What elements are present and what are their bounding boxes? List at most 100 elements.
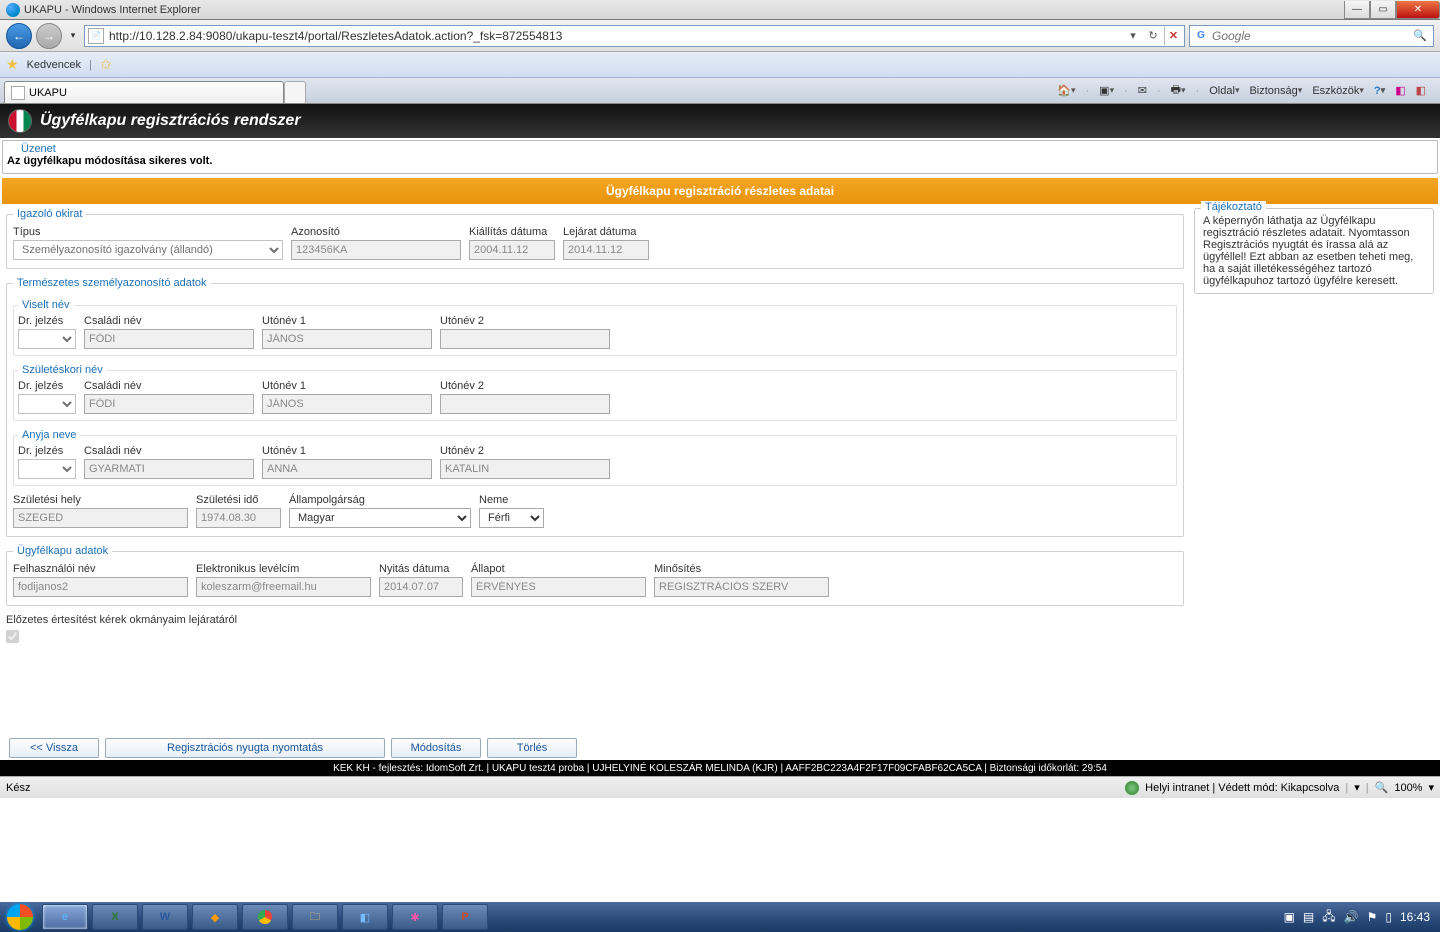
viselt-uto2-input [440, 329, 610, 349]
taskbar: e X W ◆ 🗀 ◧ ✱ P ▣ ▤ 🖧 🔊 ⚑ ▯ 16:43 [0, 902, 1440, 932]
modify-button[interactable]: Módosítás [391, 738, 481, 758]
uto2-label-1: Utónév 2 [440, 315, 610, 327]
add-favorite-icon[interactable]: ✩ [100, 56, 112, 73]
zoom-dropdown-icon[interactable]: ▾ [1428, 781, 1434, 794]
google-icon: G [1193, 28, 1209, 44]
help-button[interactable]: ? [1372, 81, 1387, 101]
help-text: A képernyőn láthatja az Ügyfélkapu regis… [1203, 215, 1413, 287]
favorites-bar: ★ Kedvencek | ✩ [0, 52, 1440, 78]
allam-select[interactable]: Magyar [289, 508, 471, 528]
forward-button[interactable]: → [36, 23, 62, 49]
tools-menu[interactable]: Eszközök [1310, 81, 1366, 101]
new-tab-button[interactable] [284, 81, 306, 103]
refresh-icon[interactable]: ↻ [1144, 27, 1162, 45]
stop-icon[interactable]: ✕ [1164, 27, 1182, 45]
uto1-label-3: Utónév 1 [262, 445, 432, 457]
url-input[interactable] [107, 29, 1122, 43]
status-protected-dropdown-icon[interactable]: ▾ [1354, 781, 1360, 794]
uto1-label-2: Utónév 1 [262, 380, 432, 392]
legend-anyja: Anyja neve [18, 429, 80, 441]
taskbar-explorer[interactable]: 🗀 [292, 904, 338, 930]
tab-ukapu[interactable]: UKAPU [4, 81, 284, 103]
minos-label: Minősítés [654, 563, 829, 575]
taskbar-app2[interactable]: ◧ [342, 904, 388, 930]
csalad-label-1: Családi név [84, 315, 254, 327]
ie-icon [6, 3, 20, 17]
status-label: Állapot [471, 563, 646, 575]
favorites-star-icon[interactable]: ★ [6, 56, 19, 73]
tab-bar: UKAPU 🏠 · ▣ · ✉ · 🖶 · Oldal Biztonság Es… [0, 78, 1440, 104]
taskbar-chrome[interactable] [242, 904, 288, 930]
tab-title: UKAPU [29, 87, 67, 99]
url-dropdown-icon[interactable]: ▾ [1124, 27, 1142, 45]
tray-icon-2[interactable]: ▤ [1303, 910, 1314, 924]
app-footer: KEK KH - fejlesztés: IdomSoft Zrt. | UKA… [0, 760, 1440, 776]
taskbar-ie[interactable]: e [42, 904, 88, 930]
tray-icon-1[interactable]: ▣ [1284, 910, 1295, 924]
zoom-icon[interactable]: 🔍 [1375, 781, 1389, 794]
print-button[interactable]: 🖶 [1169, 81, 1188, 101]
addon-icon-1[interactable]: ◧ [1393, 81, 1407, 101]
taskbar-powerpoint[interactable]: P [442, 904, 488, 930]
maximize-button[interactable]: ▭ [1370, 1, 1396, 19]
back-button-form[interactable]: << Vissza [9, 738, 99, 758]
crest-icon [8, 109, 32, 133]
mail-button[interactable]: ✉ [1136, 81, 1149, 101]
taskbar-excel[interactable]: X [92, 904, 138, 930]
szulet-uto1-input [262, 394, 432, 414]
szulet-uto2-input [440, 394, 610, 414]
taskbar-app3[interactable]: ✱ [392, 904, 438, 930]
search-icon[interactable]: 🔍 [1407, 29, 1433, 42]
tray-network-icon[interactable]: 🖧 [1322, 907, 1335, 928]
favorites-label[interactable]: Kedvencek [27, 59, 81, 71]
fieldset-szemely: Természetes személyazonosító adatok Vise… [6, 277, 1184, 537]
notify-label: Előzetes értesítést kérek okmányaim lejá… [6, 614, 1184, 626]
app-header: Ügyfélkapu regisztrációs rendszer [0, 104, 1440, 138]
uto2-label-3: Utónév 2 [440, 445, 610, 457]
taskbar-word[interactable]: W [142, 904, 188, 930]
search-box[interactable]: G 🔍 [1189, 25, 1434, 47]
viselt-uto1-input [262, 329, 432, 349]
tray-flag-icon[interactable]: ⚑ [1367, 910, 1378, 924]
close-button[interactable]: ✕ [1396, 1, 1440, 19]
tray-clock[interactable]: 16:43 [1400, 910, 1430, 924]
notify-row: Előzetes értesítést kérek okmányaim lejá… [6, 614, 1184, 646]
start-button[interactable] [0, 902, 40, 932]
delete-button[interactable]: Törlés [487, 738, 577, 758]
address-bar[interactable]: 📄 ▾ ↻ ✕ [84, 25, 1185, 47]
email-label: Elektronikus levélcím [196, 563, 371, 575]
receipt-button[interactable]: Regisztrációs nyugta nyomtatás [105, 738, 385, 758]
form-main: Igazoló okirat Típus Személyazonosító ig… [6, 208, 1184, 760]
page-icon: 📄 [88, 28, 104, 44]
uto1-label-1: Utónév 1 [262, 315, 432, 327]
tipus-select: Személyazonosító igazolvány (állandó) [13, 240, 283, 260]
legend-szuletes: Születéskori név [18, 364, 107, 376]
feeds-button[interactable]: ▣ [1097, 81, 1116, 101]
anyja-uto1-input [262, 459, 432, 479]
security-menu[interactable]: Biztonság [1247, 81, 1304, 101]
history-dropdown[interactable]: ▾ [66, 30, 80, 41]
tray-icon-3[interactable]: ▯ [1385, 910, 1392, 924]
taskbar-app1[interactable]: ◆ [192, 904, 238, 930]
anyja-dr-select [18, 459, 76, 479]
tray-volume-icon[interactable]: 🔊 [1344, 910, 1359, 924]
page-menu[interactable]: Oldal [1207, 81, 1241, 101]
nem-select[interactable]: Férfi [479, 508, 544, 528]
minimize-button[interactable]: — [1344, 1, 1370, 19]
minos-input [654, 577, 829, 597]
dr-label-3: Dr. jelzés [18, 445, 76, 457]
legend-szemely: Természetes személyazonosító adatok [13, 277, 211, 289]
azon-input [291, 240, 461, 260]
system-tray: ▣ ▤ 🖧 🔊 ⚑ ▯ 16:43 [1284, 907, 1440, 928]
home-button[interactable]: 🏠 [1055, 81, 1077, 101]
szulet-csalad-input [84, 394, 254, 414]
addon-icon-2[interactable]: ◧ [1414, 81, 1428, 101]
help-panel: Tájékoztató A képernyőn láthatja az Ügyf… [1194, 208, 1434, 294]
search-input[interactable] [1212, 29, 1407, 43]
tab-icon [11, 86, 25, 100]
lejar-label: Lejárat dátuma [563, 226, 649, 238]
message-panel: Üzenet Az ügyfélkapu módosítása sikeres … [2, 140, 1438, 174]
back-button[interactable]: ← [6, 23, 32, 49]
command-bar: 🏠 · ▣ · ✉ · 🖶 · Oldal Biztonság Eszközök… [1055, 78, 1436, 103]
csalad-label-2: Családi név [84, 380, 254, 392]
